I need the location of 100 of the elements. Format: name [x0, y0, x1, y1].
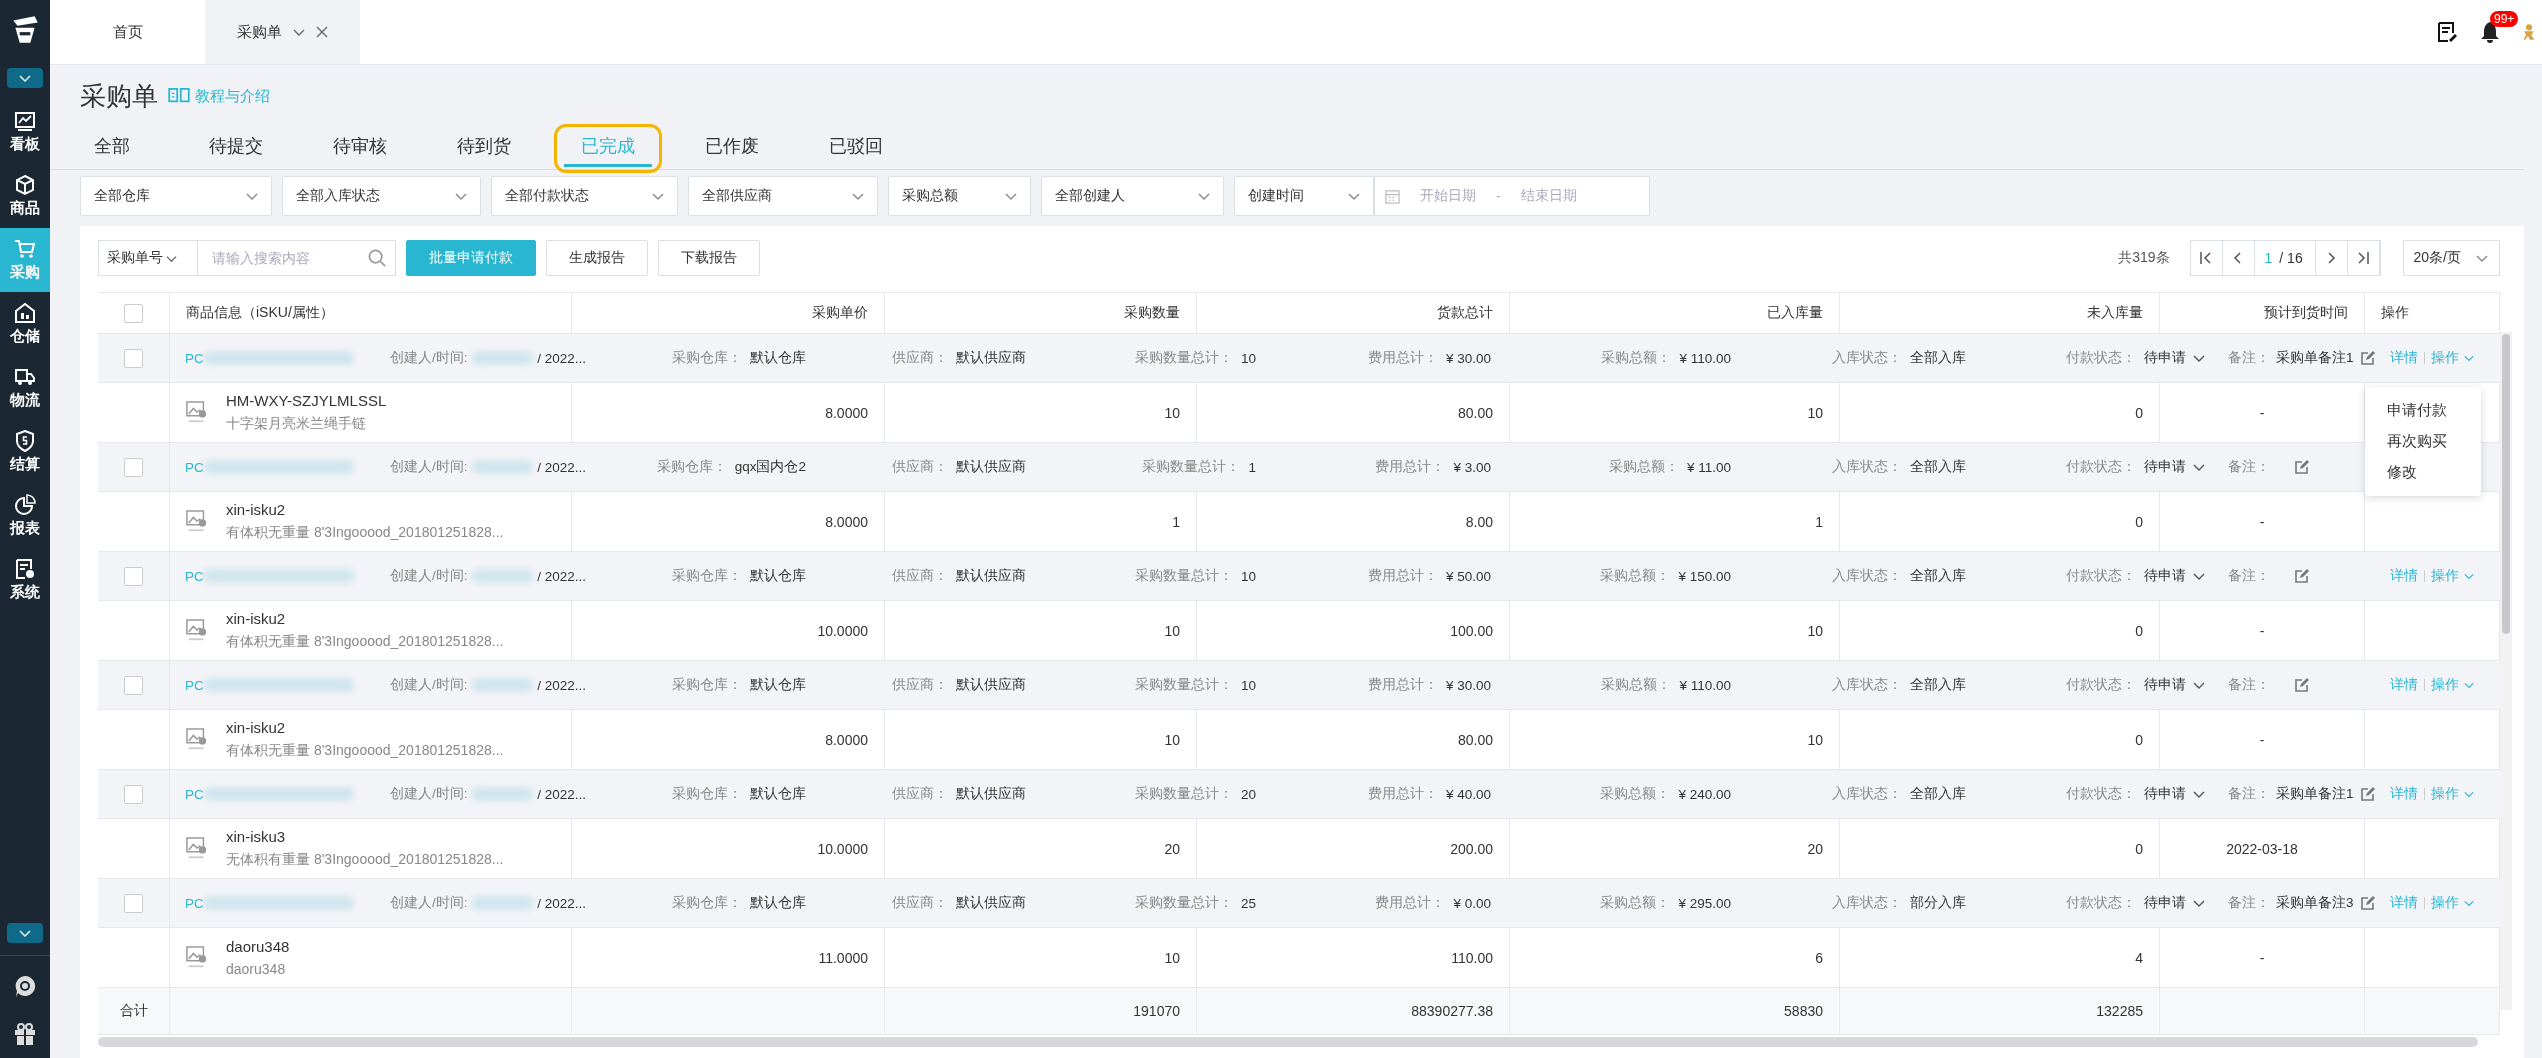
table-cell: 10: [885, 383, 1197, 442]
select-all-checkbox[interactable]: [124, 303, 143, 323]
sku-attribute: 有体积无重量 8'3Ingooood_201801251828...: [226, 633, 504, 651]
payment-status-dropdown[interactable]: 待申请: [2144, 567, 2206, 585]
gift-icon: [13, 1022, 37, 1046]
table-cell: 4: [1840, 928, 2160, 987]
sidebar-item[interactable]: 结算: [0, 420, 50, 484]
search-type-dropdown[interactable]: 采购单号: [99, 241, 198, 275]
column-header: 预计到货时间: [2160, 293, 2365, 333]
table-cell: 合计: [98, 988, 170, 1034]
field-label: 创建人/时间:: [390, 458, 468, 476]
status-tab[interactable]: 已驳回: [794, 123, 918, 169]
field-label: 备注：: [2228, 458, 2270, 476]
edit-note-button[interactable]: [2359, 786, 2376, 802]
image-placeholder-icon: [186, 836, 208, 861]
edit-icon: [2359, 895, 2376, 911]
table-cell: 191070: [885, 988, 1197, 1034]
sku-name: HM-WXY-SZJYLMLSSL: [226, 392, 387, 409]
field-label: 采购数量总计：: [1134, 349, 1233, 367]
table-cell: -: [2160, 492, 2365, 551]
edit-note-button[interactable]: [2359, 350, 2376, 366]
row-checkbox[interactable]: [124, 457, 143, 477]
field-value: 10: [1240, 568, 1256, 584]
payment-status-dropdown[interactable]: 待申请: [2144, 676, 2206, 694]
shield-icon: [14, 430, 36, 452]
status-tab[interactable]: 待审核: [298, 123, 422, 169]
row-checkbox[interactable]: [124, 566, 143, 586]
page-size-dropdown[interactable]: 20条/页: [2402, 240, 2500, 276]
table-cell: 10: [885, 928, 1197, 987]
field-value: ¥ 3.00: [1453, 459, 1491, 475]
calendar-icon: [1385, 188, 1400, 204]
row-checkbox[interactable]: [124, 348, 143, 368]
status-tab[interactable]: 已作废: [670, 123, 794, 169]
filter-dropdown[interactable]: 全部仓库: [80, 176, 272, 216]
field-label: 采购总额：: [1608, 458, 1679, 476]
table-cell: 1: [885, 492, 1197, 551]
collapse-button[interactable]: [7, 68, 43, 88]
column-header: 未入库量: [1840, 293, 2160, 333]
table-cell: 11.0000: [572, 928, 885, 987]
edit-icon: [2359, 786, 2376, 802]
menu-item[interactable]: 申请付款: [2365, 395, 2481, 426]
status-tab[interactable]: 待提交: [174, 123, 298, 169]
field-value: ¥ 110.00: [1679, 350, 1731, 366]
table-cell: -: [2160, 710, 2365, 769]
field-label: 备注：: [2228, 894, 2270, 912]
filter-dropdown[interactable]: 全部入库状态: [282, 176, 481, 216]
row-checkbox[interactable]: [124, 784, 143, 804]
sidebar-item[interactable]: 商品: [0, 164, 50, 228]
filter-dropdown[interactable]: 全部付款状态: [491, 176, 678, 216]
field-value: ¥ 11.00: [1686, 459, 1731, 475]
search-field[interactable]: 采购单号 请输入搜索内容: [98, 240, 396, 276]
row-checkbox[interactable]: [124, 675, 143, 695]
status-tab[interactable]: 待到货: [422, 123, 546, 169]
report-button[interactable]: 生成报告: [546, 240, 648, 276]
sidebar-item[interactable]: 报表: [0, 484, 50, 548]
table-cell: 8.0000: [572, 492, 885, 551]
sidebar-item[interactable]: 系统: [0, 548, 50, 612]
filter-dropdown[interactable]: 全部供应商: [688, 176, 878, 216]
column-header: 货款总计: [1197, 293, 1510, 333]
menu-item[interactable]: 修改: [2365, 457, 2481, 488]
field-value: ¥ 295.00: [1678, 895, 1731, 911]
report-button[interactable]: 下载报告: [658, 240, 760, 276]
redacted-block: [471, 896, 534, 910]
sidebar-item[interactable]: 仓储: [0, 292, 50, 356]
edit-note-button[interactable]: [2294, 459, 2310, 475]
field-label: 采购仓库：: [672, 894, 742, 912]
field-label: 费用总计：: [1367, 676, 1438, 694]
field-value: ¥ 150.00: [1678, 568, 1731, 584]
redacted-block: [471, 678, 534, 692]
field-label: 付款状态：: [2066, 676, 2136, 694]
page-tab[interactable]: 采购单: [205, 0, 360, 64]
filter-dropdown[interactable]: 创建时间: [1234, 176, 1374, 216]
edit-note-button[interactable]: [2294, 568, 2310, 584]
menu-item[interactable]: 再次购买: [2365, 426, 2481, 457]
sidebar-item[interactable]: 看板: [0, 100, 50, 164]
expand-button[interactable]: [7, 923, 43, 943]
status-tab[interactable]: 全部: [50, 123, 174, 169]
book-icon: [168, 88, 190, 104]
page-count: / 16: [2279, 250, 2303, 266]
chevron-down-icon: [2463, 898, 2475, 908]
row-checkbox[interactable]: [124, 893, 143, 913]
payment-status-dropdown[interactable]: 待申请: [2144, 894, 2206, 912]
payment-status-dropdown[interactable]: 待申请: [2144, 785, 2206, 803]
sku-attribute: 无体积有重量 8'3Ingooood_201801251828...: [226, 851, 504, 869]
filter-dropdown[interactable]: 全部创建人: [1041, 176, 1224, 216]
field-value: 采购单备注1: [2276, 785, 2354, 803]
filter-dropdown[interactable]: 采购总额: [888, 176, 1031, 216]
edit-note-button[interactable]: [2294, 677, 2310, 693]
field-label: 供应商：: [892, 676, 948, 694]
payment-status-dropdown[interactable]: 待申请: [2144, 349, 2206, 367]
field-label: 备注：: [2228, 785, 2270, 803]
field-label: 采购数量总计：: [1134, 894, 1233, 912]
search-icon: [368, 248, 387, 268]
chat-icon: [13, 974, 37, 998]
edit-note-button[interactable]: [2359, 895, 2376, 911]
notification-badge: 99+: [2490, 11, 2519, 27]
table-cell: 6: [1510, 928, 1840, 987]
sidebar-item[interactable]: 物流: [0, 356, 50, 420]
payment-status-dropdown[interactable]: 待申请: [2144, 458, 2206, 476]
field-label: 采购总额：: [1600, 785, 1671, 803]
